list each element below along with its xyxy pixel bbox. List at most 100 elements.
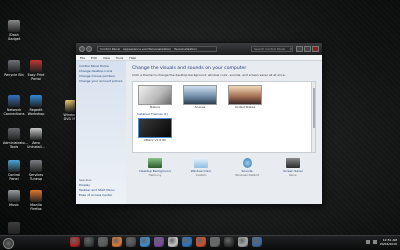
theme-nature[interactable]: Nature: [137, 85, 173, 109]
window-color-value: Custom: [195, 173, 207, 177]
sounds-button[interactable]: Sounds Windows Default: [229, 158, 265, 177]
forward-button[interactable]: [86, 46, 92, 52]
desktop-icon-label: Network Connections: [3, 108, 25, 116]
desktop-icon[interactable]: Services Tuneup: [25, 160, 47, 181]
maximize-button[interactable]: [304, 46, 311, 52]
dock-app-icon[interactable]: [238, 237, 248, 247]
taskbar: 12:51 AM 20/04/2010: [0, 235, 400, 250]
dock-app-icon[interactable]: [210, 237, 220, 247]
dock-app-icon[interactable]: [224, 237, 234, 247]
search-icon: ⚲: [289, 47, 292, 51]
clock[interactable]: 12:51 AM 20/04/2010: [380, 238, 397, 246]
back-button[interactable]: [79, 46, 85, 52]
menu-tools[interactable]: Tools: [116, 56, 123, 60]
desktop-icon-label: Control Panel: [7, 173, 21, 181]
window-color-button[interactable]: Window Color Custom: [183, 158, 219, 177]
breadcrumb-control-panel[interactable]: Control Panel: [100, 47, 120, 51]
left-pane: Control Panel Home Change desktop icons …: [76, 61, 126, 204]
desktop-icon-image: [30, 128, 42, 140]
address-bar[interactable]: Control Panel Appearance and Personaliza…: [97, 46, 217, 52]
sounds-icon: [242, 158, 252, 168]
breadcrumb-personalization[interactable]: Personalization: [174, 47, 197, 51]
desktop-icon[interactable]: Control Panel: [3, 160, 25, 181]
desktop-background-button[interactable]: Desktop Background Harmony: [137, 158, 173, 177]
desktop-icon-label: iDash Gadget: [7, 33, 21, 41]
desktop-icon[interactable]: Easy Print Portal: [25, 60, 47, 81]
theme-thumbnail: [228, 85, 262, 105]
desktop-icon-label: Easy Print Portal: [27, 73, 45, 81]
dock-app-icon[interactable]: [70, 237, 80, 247]
desktop-icon[interactable]: Mozilla Firefox: [25, 190, 47, 211]
volume-icon[interactable]: [372, 240, 377, 244]
window-controls: [296, 46, 319, 52]
menu-file[interactable]: File: [80, 56, 85, 60]
desktop-background-value: Harmony: [148, 173, 162, 177]
desktop-icon[interactable]: Music: [3, 190, 25, 207]
personalization-window: Control Panel Appearance and Personaliza…: [75, 42, 323, 205]
theme-thumbnail: [138, 118, 172, 138]
dock-app-icon[interactable]: [84, 237, 94, 247]
screen-saver-icon: [286, 158, 300, 168]
scroll-thumb[interactable]: [312, 88, 315, 128]
desktop-icon-label: Administrato... Tools: [3, 141, 28, 149]
clock-date: 20/04/2010: [379, 242, 397, 246]
desktop-icon-image: [8, 160, 20, 172]
theme-xblack[interactable]: xBlack v2.8 RC: [137, 118, 173, 142]
quick-launch-dock: [70, 237, 262, 247]
customize-row: Desktop Background Harmony Window Color …: [132, 158, 316, 177]
start-button[interactable]: [3, 238, 14, 249]
title-bar: Control Panel Appearance and Personaliza…: [76, 43, 322, 55]
desktop-icon[interactable]: iDash Gadget: [3, 20, 25, 41]
sounds-value: Windows Default: [235, 173, 259, 177]
theme-name: xBlack v2.8 RC: [143, 138, 167, 142]
dock-app-icon[interactable]: [126, 237, 136, 247]
desktop-icon-image: [30, 95, 42, 107]
dock-app-icon[interactable]: [252, 237, 262, 247]
desktop-icon-image: [8, 20, 20, 32]
link-change-account-picture[interactable]: Change your account picture: [79, 79, 123, 84]
desktop-icon-image: [8, 60, 20, 72]
dock-app-icon[interactable]: [112, 237, 122, 247]
desktop-icon-image: [30, 160, 42, 172]
installed-themes-heading: Installed Themes (1): [137, 112, 168, 116]
menu-edit[interactable]: Edit: [91, 56, 97, 60]
menu-view[interactable]: View: [103, 56, 110, 60]
minimize-button[interactable]: [296, 46, 303, 52]
dock-app-icon[interactable]: [182, 237, 192, 247]
desktop-icon-label: Mozilla Firefox: [30, 203, 42, 211]
page-description: Click a theme to change the desktop back…: [132, 73, 286, 77]
theme-name: Scenes: [194, 105, 206, 109]
desktop-icon[interactable]: Network Connections: [3, 95, 25, 116]
theme-name: Nature: [149, 105, 161, 109]
desktop-icon-label: Regedit Workshop: [27, 108, 45, 116]
desktop-icon-image: [8, 190, 20, 202]
theme-united-states[interactable]: United States: [227, 85, 263, 109]
desktop-icon-image: [8, 95, 20, 107]
link-ease-of-access[interactable]: Ease of Access Center: [79, 193, 123, 198]
screen-saver-button[interactable]: Screen Saver None: [275, 158, 311, 177]
theme-thumbnail: [138, 85, 172, 105]
dock-app-icon[interactable]: [196, 237, 206, 247]
scrollbar[interactable]: [311, 82, 315, 152]
desktop-icon-image: [30, 190, 42, 202]
network-icon[interactable]: [365, 240, 370, 244]
desktop-icon[interactable]: Recycle Bin: [3, 60, 25, 77]
breadcrumb-appearance[interactable]: Appearance and Personalization: [123, 47, 171, 51]
system-tray: 12:51 AM 20/04/2010: [365, 238, 397, 246]
close-button[interactable]: [312, 46, 319, 52]
desktop-icon-label: Recycle Bin: [4, 73, 24, 77]
desktop-background-icon: [148, 158, 162, 168]
desktop-icon[interactable]: Regedit Workshop: [25, 95, 47, 116]
desktop-icon-label: Music: [9, 203, 19, 207]
search-input[interactable]: Search Control Panel ⚲: [251, 46, 293, 52]
dock-app-icon[interactable]: [154, 237, 164, 247]
content-pane: Change the visuals and sounds on your co…: [126, 61, 322, 204]
dock-app-icon[interactable]: [140, 237, 150, 247]
dock-app-icon[interactable]: [98, 237, 108, 247]
desktop-icon[interactable]: Administrato... Tools: [3, 128, 28, 149]
menu-help[interactable]: Help: [129, 56, 136, 60]
theme-scenes[interactable]: Scenes: [182, 85, 218, 109]
screen-saver-value: None: [289, 173, 297, 177]
desktop-icon[interactable]: Aero Uninstall...: [25, 128, 47, 149]
dock-app-icon[interactable]: [168, 237, 178, 247]
